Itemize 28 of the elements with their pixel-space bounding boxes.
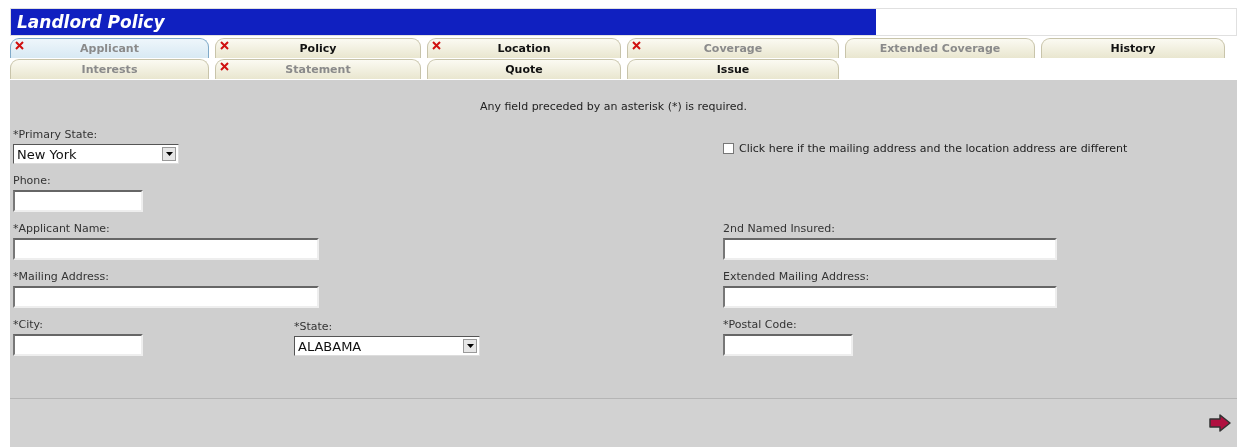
input-field[interactable] <box>723 334 853 356</box>
tab[interactable]: Issue <box>627 59 839 79</box>
input-field[interactable] <box>13 334 143 356</box>
field-label: Extended Mailing Address: <box>723 269 871 284</box>
required-note: Any field preceded by an asterisk (*) is required. <box>479 100 748 113</box>
tab[interactable]: Policy <box>215 38 421 58</box>
input-field[interactable] <box>13 238 319 260</box>
input-field[interactable] <box>723 238 1057 260</box>
tab[interactable]: History <box>1041 38 1225 58</box>
checkbox-label: Click here if the mailing address and the location address are different <box>739 142 1128 155</box>
checkbox[interactable] <box>723 143 734 154</box>
input-field[interactable] <box>13 190 143 212</box>
next-arrow-icon[interactable] <box>1209 414 1231 432</box>
input-field[interactable] <box>723 286 1057 308</box>
window-title: Landlord Policy <box>11 9 876 35</box>
field-label: *City: <box>13 317 44 332</box>
input-field[interactable] <box>13 286 319 308</box>
state-dropdown[interactable]: New York <box>13 144 179 164</box>
field-label: Phone: <box>13 173 52 188</box>
state-dropdown[interactable]: ALABAMA <box>294 336 480 356</box>
tab[interactable]: Quote <box>427 59 621 79</box>
tab[interactable]: Location <box>427 38 621 58</box>
field-label: *Applicant Name: <box>13 221 111 236</box>
field-label: *Mailing Address: <box>13 269 110 284</box>
field-label: 2nd Named Insured: <box>723 221 837 236</box>
field-label: *Postal Code: <box>723 317 798 332</box>
field-label: *Primary State: <box>13 127 99 142</box>
field-label: *State: <box>294 319 334 334</box>
